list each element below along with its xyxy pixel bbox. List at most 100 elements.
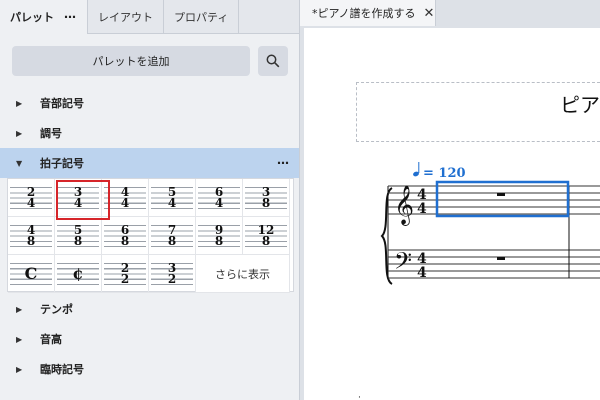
time-signature-denominator: 4 (214, 195, 224, 210)
palette-section-tempo[interactable]: ▶ テンポ (0, 294, 299, 324)
time-signature-glyph: 98 (214, 224, 224, 248)
time-signature-cell[interactable]: ¢ (55, 255, 102, 293)
time-signature-cell[interactable]: 68 (102, 217, 149, 255)
section-menu-icon[interactable]: ⋯ (277, 156, 290, 170)
time-signature-cell[interactable]: 44 (102, 179, 149, 217)
time-signature-cell[interactable]: 22 (102, 255, 149, 293)
add-palette-button[interactable]: パレットを追加 (12, 46, 250, 76)
time-signature-glyph: 12 8 (258, 224, 275, 248)
score-page[interactable]: ピア = 120 𝄞 𝄢 4 4 4 4 · (304, 28, 600, 400)
palette-section-pitch[interactable]: ▶ 音高 (0, 324, 299, 354)
tab-layout-label: レイアウト (98, 10, 153, 24)
bass-time-bottom: 4 (417, 265, 427, 281)
time-signature-denominator: 4 (26, 195, 36, 210)
time-signature-cell[interactable]: 48 (8, 217, 55, 255)
section-label: 音高 (40, 333, 62, 346)
document-tab-title: *ピアノ譜を作成する (312, 7, 416, 20)
time-signature-glyph: 68 (120, 224, 130, 248)
section-label: テンポ (40, 303, 73, 316)
tab-properties[interactable]: プロパティ (164, 0, 240, 33)
collapse-arrow-icon: ▼ (16, 158, 23, 168)
time-signature-denominator: 4 (120, 195, 130, 210)
section-label: 拍子記号 (40, 157, 84, 170)
time-signature-glyph: C (25, 263, 38, 285)
time-signature-glyph: 32 (167, 262, 177, 286)
time-signature-cell[interactable]: 12 8 (243, 217, 290, 255)
close-icon[interactable]: ✕ (424, 6, 435, 21)
svg-text:·: · (358, 393, 361, 400)
treble-time-bottom: 4 (417, 201, 427, 217)
section-label: 音部記号 (40, 97, 84, 110)
time-signature-cell[interactable]: C (8, 255, 55, 293)
time-signature-denominator: 8 (261, 195, 271, 210)
time-signature-glyph: 38 (261, 186, 271, 210)
time-signature-glyph: 22 (120, 262, 130, 286)
time-signature-cell[interactable]: 34 (55, 179, 102, 217)
section-label: 調号 (40, 127, 62, 140)
time-signature-cell[interactable]: 38 (243, 179, 290, 217)
time-signature-glyph: 24 (26, 186, 36, 210)
time-signature-glyph: 44 (120, 186, 130, 210)
expand-arrow-icon: ▶ (16, 364, 23, 374)
time-signature-glyph: 58 (73, 224, 83, 248)
time-signature-cell[interactable]: 54 (149, 179, 196, 217)
time-signature-glyph: ¢ (72, 263, 83, 285)
whole-rest-bass (497, 257, 505, 260)
palette-section-clef[interactable]: ▶ 音部記号 (0, 88, 299, 118)
time-signature-symbol: ¢ (72, 263, 84, 283)
tab-palette[interactable]: パレット ⋯ (0, 0, 88, 34)
time-signature-cell[interactable]: 78 (149, 217, 196, 255)
palette-section-key[interactable]: ▶ 調号 (0, 118, 299, 148)
tab-properties-label: プロパティ (174, 10, 229, 24)
palette-menu-icon[interactable]: ⋯ (64, 10, 77, 24)
score-canvas: = 120 𝄞 𝄢 4 4 4 4 · (358, 162, 600, 400)
expand-arrow-icon: ▶ (16, 334, 23, 344)
panel-tabs: パレット ⋯ レイアウト プロパティ (0, 0, 299, 34)
palette-panel: パレット ⋯ レイアウト プロパティ パレットを追加 ▶ 音部記号 ▶ 調号 ▼… (0, 0, 300, 400)
tempo-text: = 120 (423, 166, 466, 181)
whole-rest-treble (497, 193, 505, 196)
palette-section-time[interactable]: ▼ 拍子記号 ⋯ (0, 148, 299, 178)
expand-arrow-icon: ▶ (16, 98, 23, 108)
search-icon (266, 54, 280, 68)
time-signature-cell[interactable]: 64 (196, 179, 243, 217)
time-signature-denominator: 8 (261, 233, 271, 248)
score-view: *ピアノ譜を作成する ✕ ピア = 120 𝄞 𝄢 4 4 4 4 · (300, 0, 600, 400)
expand-arrow-icon: ▶ (16, 304, 23, 314)
time-signature-glyph: 48 (26, 224, 36, 248)
time-signature-cell[interactable]: 98 (196, 217, 243, 255)
tab-palette-label: パレット (10, 11, 54, 24)
time-signature-glyph: 78 (167, 224, 177, 248)
time-signature-denominator: 8 (26, 233, 36, 248)
tab-layout[interactable]: レイアウト (88, 0, 164, 33)
palette-search-button[interactable] (258, 46, 288, 76)
time-signature-grid: 2 4 3 4 4 4 5 4 6 4 3 8 4 8 5 8 6 8 7 8 9 8 12 8 C ¢ 2 2 3 2 さらに表示 (7, 178, 294, 293)
time-signature-denominator: 8 (214, 233, 224, 248)
time-signature-symbol: C (24, 263, 38, 283)
show-more-label: さらに表示 (215, 267, 270, 281)
time-signature-glyph: 34 (73, 186, 83, 210)
palette-section-accidentals[interactable]: ▶ 臨時記号 (0, 354, 299, 384)
treble-clef-icon: 𝄞 (394, 185, 414, 226)
brace-icon (380, 187, 393, 285)
show-more-button[interactable]: さらに表示 (196, 255, 290, 293)
time-signature-cell[interactable]: 58 (55, 217, 102, 255)
add-palette-label: パレットを追加 (92, 55, 170, 68)
time-signature-denominator: 8 (73, 233, 83, 248)
time-signature-cell[interactable]: 32 (149, 255, 196, 293)
palette-list: ▶ 音部記号 ▶ 調号 ▼ 拍子記号 ⋯ 2434445464384858687… (0, 88, 299, 384)
time-signature-denominator: 8 (167, 233, 177, 248)
time-signature-denominator: 4 (73, 195, 83, 210)
time-signature-glyph: 54 (167, 186, 177, 210)
document-tab[interactable]: *ピアノ譜を作成する ✕ (300, 0, 436, 26)
time-signature-denominator: 4 (167, 195, 177, 210)
time-signature-glyph: 64 (214, 186, 224, 210)
time-signature-denominator: 8 (120, 233, 130, 248)
measure-selection (435, 180, 570, 218)
time-signature-denominator: 2 (167, 271, 177, 286)
expand-arrow-icon: ▶ (16, 128, 23, 138)
bass-clef-icon: 𝄢 (394, 247, 412, 280)
time-signature-denominator: 2 (120, 271, 130, 286)
section-label: 臨時記号 (40, 363, 84, 376)
time-signature-cell[interactable]: 24 (8, 179, 55, 217)
